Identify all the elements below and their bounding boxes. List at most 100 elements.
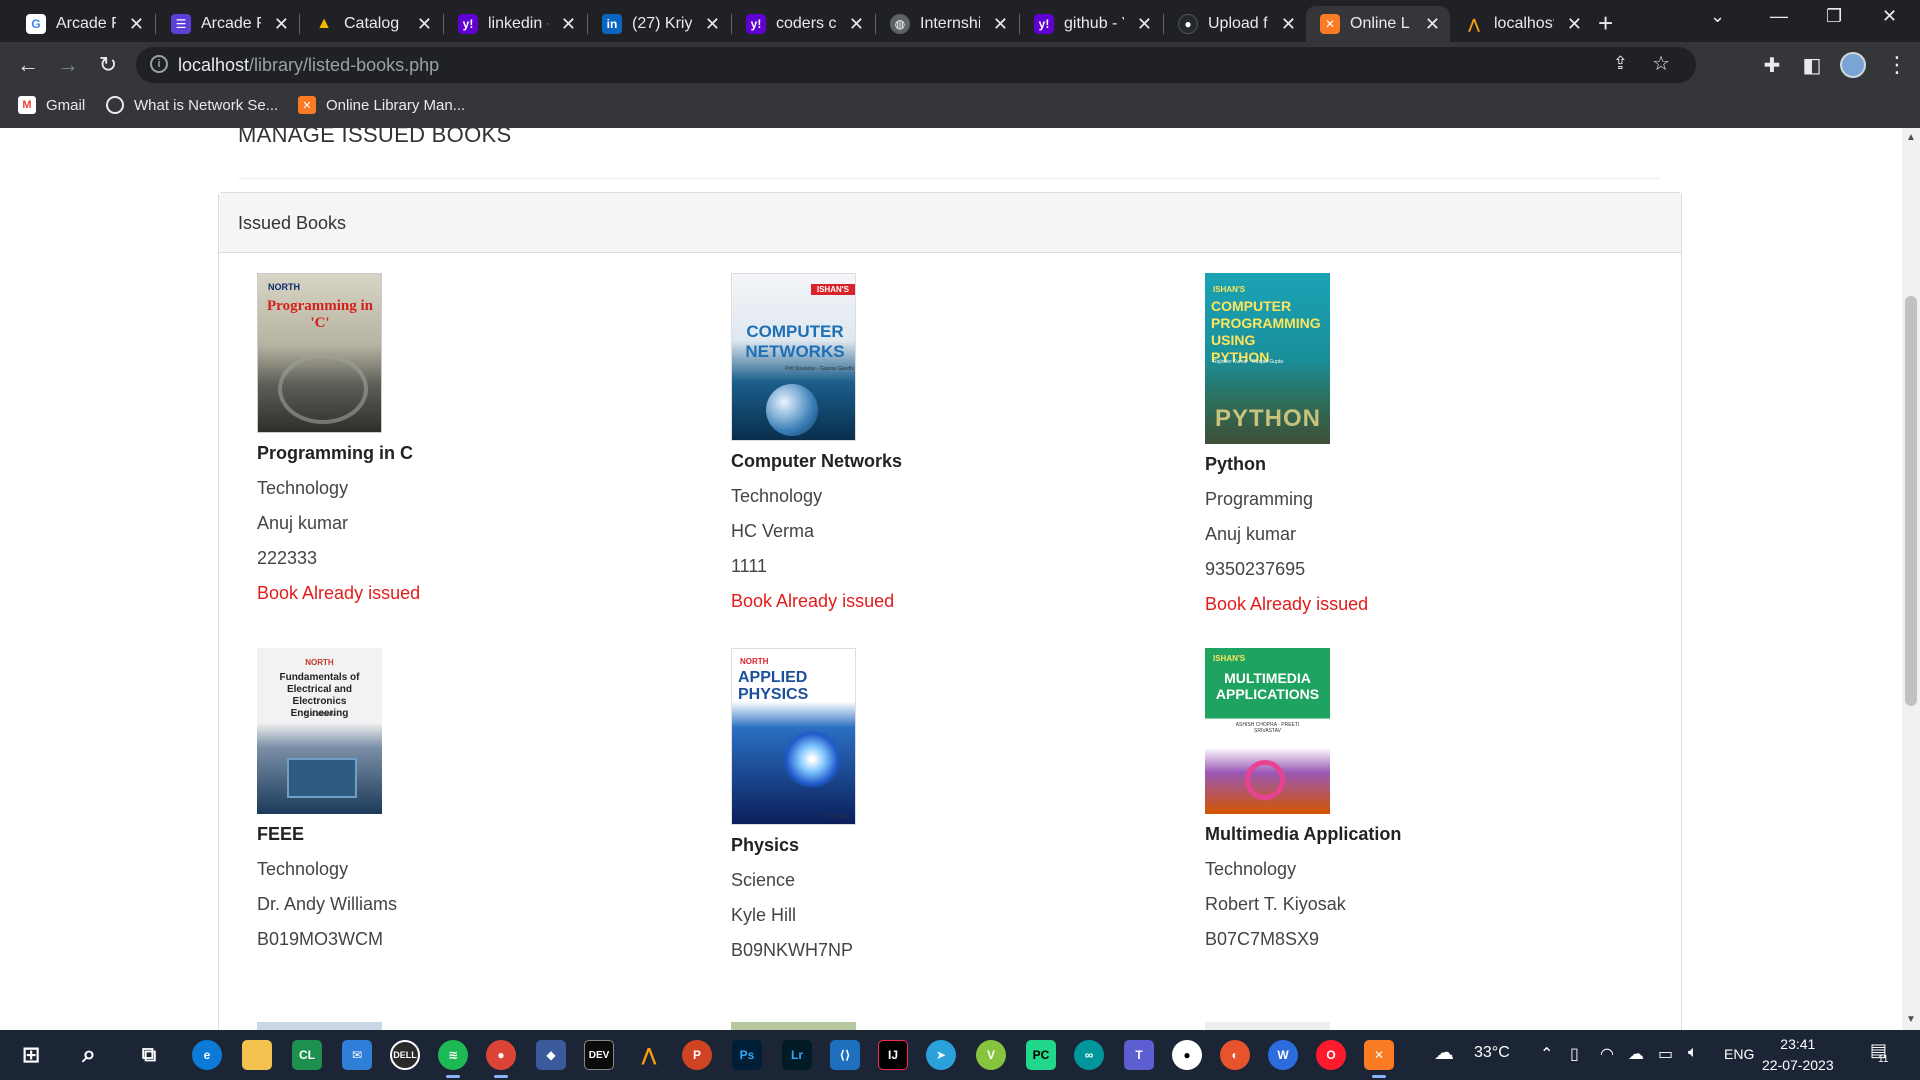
browser-menu-icon[interactable]: ⋮ <box>1886 52 1908 78</box>
app-icon[interactable]: ◐ <box>1220 1040 1250 1070</box>
close-tab-icon[interactable]: ✕ <box>1281 14 1296 35</box>
book-cover-partial[interactable] <box>731 1022 856 1030</box>
pma-icon[interactable]: ⋀ <box>634 1040 664 1070</box>
minimize-icon[interactable]: — <box>1770 6 1788 27</box>
book-cover-image[interactable]: NORTH Programming in 'C' <box>257 273 382 433</box>
back-icon[interactable]: ← <box>14 51 42 79</box>
vivaldi-icon[interactable]: V <box>976 1040 1006 1070</box>
cleanmaster-icon[interactable]: CL <box>292 1040 322 1070</box>
book-cover-image[interactable]: NORTH Fundamentals of Electrical and Ele… <box>257 648 382 814</box>
photoshop-icon[interactable]: Ps <box>732 1040 762 1070</box>
file-explorer-icon[interactable] <box>242 1040 272 1070</box>
pycharm-icon[interactable]: PC <box>1026 1040 1056 1070</box>
arduino-icon[interactable]: ∞ <box>1074 1040 1104 1070</box>
url-text[interactable]: localhost/library/listed-books.php <box>178 55 439 76</box>
opera-icon[interactable]: O <box>1316 1040 1346 1070</box>
book-cover-image[interactable]: ISHAN'S COMPUTER NETWORKS Priti Srivasta… <box>731 273 856 441</box>
edge-icon[interactable]: e <box>192 1040 222 1070</box>
language-indicator[interactable]: ENG <box>1724 1046 1754 1062</box>
book-cover-image[interactable]: ISHAN'S COMPUTER PROGRAMMING USING PYTHO… <box>1205 273 1330 444</box>
address-bar[interactable]: i localhost/library/listed-books.php ⇪ ☆ <box>136 47 1696 83</box>
xampp-icon: ✕ <box>1320 14 1340 34</box>
side-panel-icon[interactable]: ◧ <box>1798 51 1826 79</box>
tab-5[interactable]: in (27) Kriya ✕ <box>588 6 730 42</box>
restore-icon[interactable]: ❐ <box>1826 6 1842 27</box>
dell-icon[interactable]: DELL <box>390 1040 420 1070</box>
wifi-icon[interactable]: ◠ <box>1600 1044 1614 1064</box>
profile-avatar[interactable] <box>1840 52 1866 78</box>
chrome-icon[interactable]: ● <box>486 1040 516 1078</box>
extensions-icon[interactable]: ✚ <box>1758 51 1786 79</box>
xampp-icon[interactable]: ✕ <box>1364 1040 1394 1078</box>
clock[interactable]: 23:41 22-07-2023 <box>1762 1034 1834 1076</box>
scroll-up-icon[interactable]: ▲ <box>1906 132 1916 143</box>
vertical-scrollbar[interactable]: ▲ ▼ <box>1902 128 1920 1030</box>
tab-search-chevron-icon[interactable]: ⌄ <box>1710 6 1725 27</box>
close-tab-icon[interactable]: ✕ <box>993 14 1008 35</box>
tab-2[interactable]: ☰ Arcade Fa ✕ <box>157 6 299 42</box>
telegram-icon[interactable]: ➤ <box>926 1040 956 1070</box>
bookmark-star-icon[interactable]: ☆ <box>1652 51 1670 76</box>
book-cover-image[interactable]: ISHAN'S MULTIMEDIA APPLICATIONS ASHISH C… <box>1205 648 1330 814</box>
tab-11[interactable]: ⋀ localhost ✕ <box>1450 6 1592 42</box>
teams-icon[interactable]: T <box>1124 1040 1154 1070</box>
tab-8[interactable]: y! github - Y ✕ <box>1020 6 1162 42</box>
share-icon[interactable]: ⇪ <box>1613 53 1628 74</box>
close-tab-icon[interactable]: ✕ <box>849 14 864 35</box>
volume-icon[interactable]: 🔈︎ <box>1688 1044 1698 1062</box>
new-tab-button[interactable]: + <box>1598 8 1613 39</box>
powerpoint-icon[interactable]: P <box>682 1040 712 1070</box>
tab-10-active[interactable]: ✕ Online Lil ✕ <box>1306 6 1450 42</box>
bookmark-gmail[interactable]: M Gmail <box>18 96 85 114</box>
reload-icon[interactable]: ↻ <box>94 51 122 79</box>
app-icon[interactable]: ◆ <box>536 1040 566 1070</box>
close-tab-icon[interactable]: ✕ <box>417 14 432 35</box>
globe-icon <box>106 96 124 114</box>
cover-authors: T.R. Narula <box>823 814 849 820</box>
start-icon[interactable]: ⊞ <box>16 1040 46 1070</box>
tab-9[interactable]: ● Upload fi ✕ <box>1164 6 1306 42</box>
tab-4[interactable]: y! linkedin - ✕ <box>444 6 586 42</box>
bookmark-online-library[interactable]: ✕ Online Library Man... <box>298 96 465 114</box>
weather-temp[interactable]: 33°C <box>1474 1044 1510 1062</box>
close-tab-icon[interactable]: ✕ <box>1567 14 1582 35</box>
tab-6[interactable]: y! coders ca ✕ <box>732 6 874 42</box>
tab-3[interactable]: ▲ Catalog | ✕ <box>300 6 442 42</box>
vscode-icon[interactable]: ⟨⟩ <box>830 1040 860 1070</box>
close-tab-icon[interactable]: ✕ <box>129 14 144 35</box>
onedrive-icon[interactable]: ☁ <box>1628 1044 1644 1064</box>
tab-7[interactable]: ◍ Internship ✕ <box>876 6 1018 42</box>
close-window-icon[interactable]: ✕ <box>1882 6 1897 27</box>
spotify-icon[interactable]: ≋ <box>438 1040 468 1078</box>
app-icon[interactable]: W <box>1268 1040 1298 1070</box>
bookmark-network-security[interactable]: What is Network Se... <box>106 96 278 114</box>
github-desktop-icon[interactable]: ● <box>1172 1040 1202 1070</box>
search-icon[interactable]: ⌕ <box>74 1040 104 1070</box>
scroll-down-icon[interactable]: ▼ <box>1906 1014 1916 1025</box>
lightroom-icon[interactable]: Lr <box>782 1040 812 1070</box>
book-isbn: B07C7M8SX9 <box>1205 929 1320 949</box>
book-cover-partial[interactable] <box>1205 1022 1330 1030</box>
close-tab-icon[interactable]: ✕ <box>1425 14 1440 35</box>
close-tab-icon[interactable]: ✕ <box>561 14 576 35</box>
book-category: Programming <box>1205 489 1314 509</box>
scrollbar-thumb[interactable] <box>1905 296 1917 706</box>
close-tab-icon[interactable]: ✕ <box>1137 14 1152 35</box>
weather-icon[interactable]: ☁ <box>1434 1040 1454 1065</box>
battery-icon[interactable]: ▭ <box>1658 1044 1673 1064</box>
forward-icon[interactable]: → <box>54 51 82 79</box>
tab-1[interactable]: G Arcade Fa ✕ <box>12 6 154 42</box>
close-tab-icon[interactable]: ✕ <box>274 14 289 35</box>
mail-icon[interactable]: ✉ <box>342 1040 372 1070</box>
intellij-icon[interactable]: IJ <box>878 1040 908 1070</box>
task-view-icon[interactable]: ⧉ <box>134 1040 164 1070</box>
close-tab-icon[interactable]: ✕ <box>705 14 720 35</box>
book-category: Science <box>731 870 796 890</box>
show-hidden-icons-icon[interactable]: ⌃ <box>1540 1044 1553 1064</box>
cover-publisher: ISHAN'S <box>810 284 855 295</box>
site-info-icon[interactable]: i <box>150 55 168 73</box>
book-cover-image[interactable]: NORTH APPLIED PHYSICS T.R. Narula <box>731 648 856 825</box>
device-icon[interactable]: ▯ <box>1570 1044 1579 1064</box>
book-cover-partial[interactable] <box>257 1022 382 1030</box>
dev-icon[interactable]: DEV <box>584 1040 614 1070</box>
